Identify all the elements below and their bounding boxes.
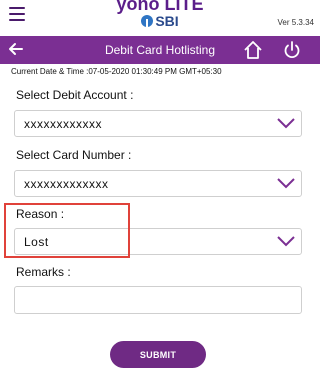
page-header: Debit Card Hotlisting: [0, 36, 320, 64]
brand-logo: yono LITE SBI: [0, 0, 320, 28]
chevron-down-icon: [277, 118, 295, 129]
remarks-label: Remarks :: [16, 265, 71, 279]
brand-sbi-text: SBI: [155, 13, 179, 29]
back-arrow-icon[interactable]: [6, 39, 26, 59]
reason-label: Reason :: [16, 207, 65, 221]
current-datetime: Current Date & Time :07-05-2020 01:30:49…: [11, 67, 222, 76]
remarks-input[interactable]: [14, 286, 302, 314]
app-topbar: yono LITE SBI Ver 5.3.34: [0, 0, 320, 36]
card-number-value: xxxxxxxxxxxxx: [24, 177, 109, 191]
chevron-down-icon: [277, 178, 295, 189]
brand-yono-text: yono LITE: [116, 0, 204, 14]
app-version: Ver 5.3.34: [277, 18, 314, 27]
card-number-select[interactable]: xxxxxxxxxxxxx: [14, 170, 302, 197]
debit-account-label: Select Debit Account :: [16, 88, 134, 102]
submit-button[interactable]: SUBMIT: [110, 341, 206, 368]
power-icon[interactable]: [282, 40, 302, 60]
debit-account-value: xxxxxxxxxxxx: [24, 117, 102, 131]
debit-account-select[interactable]: xxxxxxxxxxxx: [14, 110, 302, 137]
reason-select[interactable]: Lost: [14, 228, 302, 255]
reason-value: Lost: [24, 235, 49, 249]
card-number-label: Select Card Number :: [16, 148, 132, 162]
home-icon[interactable]: [243, 40, 263, 60]
chevron-down-icon: [277, 236, 295, 247]
sbi-logo-icon: [141, 15, 154, 27]
